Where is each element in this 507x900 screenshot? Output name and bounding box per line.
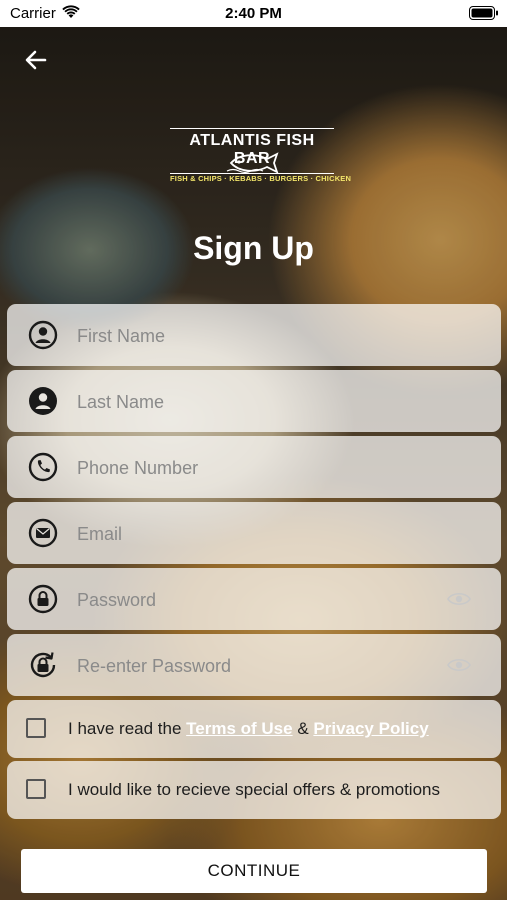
logo-rule bbox=[170, 128, 334, 129]
confirm-password-field bbox=[7, 634, 501, 698]
person-outline-icon bbox=[28, 320, 58, 350]
privacy-policy-link[interactable]: Privacy Policy bbox=[313, 719, 428, 738]
terms-ampersand: & bbox=[292, 719, 314, 738]
envelope-icon bbox=[28, 518, 58, 548]
back-button[interactable] bbox=[20, 44, 52, 76]
last-name-input[interactable] bbox=[75, 370, 439, 434]
lock-icon bbox=[28, 584, 58, 614]
back-arrow-icon bbox=[25, 50, 47, 70]
page-title: Sign Up bbox=[193, 230, 314, 266]
eye-icon[interactable] bbox=[447, 656, 471, 674]
terms-label: I have read the Terms of Use & Privacy P… bbox=[68, 719, 429, 739]
phone-icon bbox=[28, 452, 58, 482]
phone-field bbox=[7, 436, 501, 500]
offers-checkbox[interactable] bbox=[26, 779, 46, 799]
eye-icon[interactable] bbox=[447, 590, 471, 608]
logo-tagline: FISH & CHIPS · KEBABS · BURGERS · CHICKE… bbox=[170, 174, 352, 183]
terms-prefix: I have read the bbox=[68, 719, 187, 738]
password-input[interactable] bbox=[75, 568, 439, 632]
terms-row: I have read the Terms of Use & Privacy P… bbox=[7, 700, 501, 758]
continue-button[interactable]: CONTINUE bbox=[21, 849, 487, 893]
offers-label: I would like to recieve special offers &… bbox=[68, 780, 440, 799]
offers-row: I would like to recieve special offers &… bbox=[7, 761, 501, 819]
phone-input[interactable] bbox=[75, 436, 439, 500]
person-filled-icon bbox=[29, 387, 57, 415]
status-bar: Carrier 2:40 PM bbox=[0, 0, 507, 27]
password-field bbox=[7, 568, 501, 632]
email-field bbox=[7, 502, 501, 566]
first-name-input[interactable] bbox=[75, 304, 439, 368]
terms-of-use-link[interactable]: Terms of Use bbox=[186, 719, 292, 738]
first-name-field bbox=[7, 304, 501, 368]
clock-time: 2:40 PM bbox=[225, 5, 282, 22]
battery-icon bbox=[469, 6, 498, 20]
terms-checkbox[interactable] bbox=[26, 718, 46, 738]
fish-icon bbox=[226, 152, 279, 174]
lock-rotate-icon bbox=[30, 652, 56, 678]
brand-logo: ATLANTIS FISH BAR FISH & CHIPS · KEBABS … bbox=[170, 128, 352, 188]
last-name-field bbox=[7, 370, 501, 434]
confirm-password-input[interactable] bbox=[75, 634, 439, 698]
email-input[interactable] bbox=[75, 502, 439, 566]
